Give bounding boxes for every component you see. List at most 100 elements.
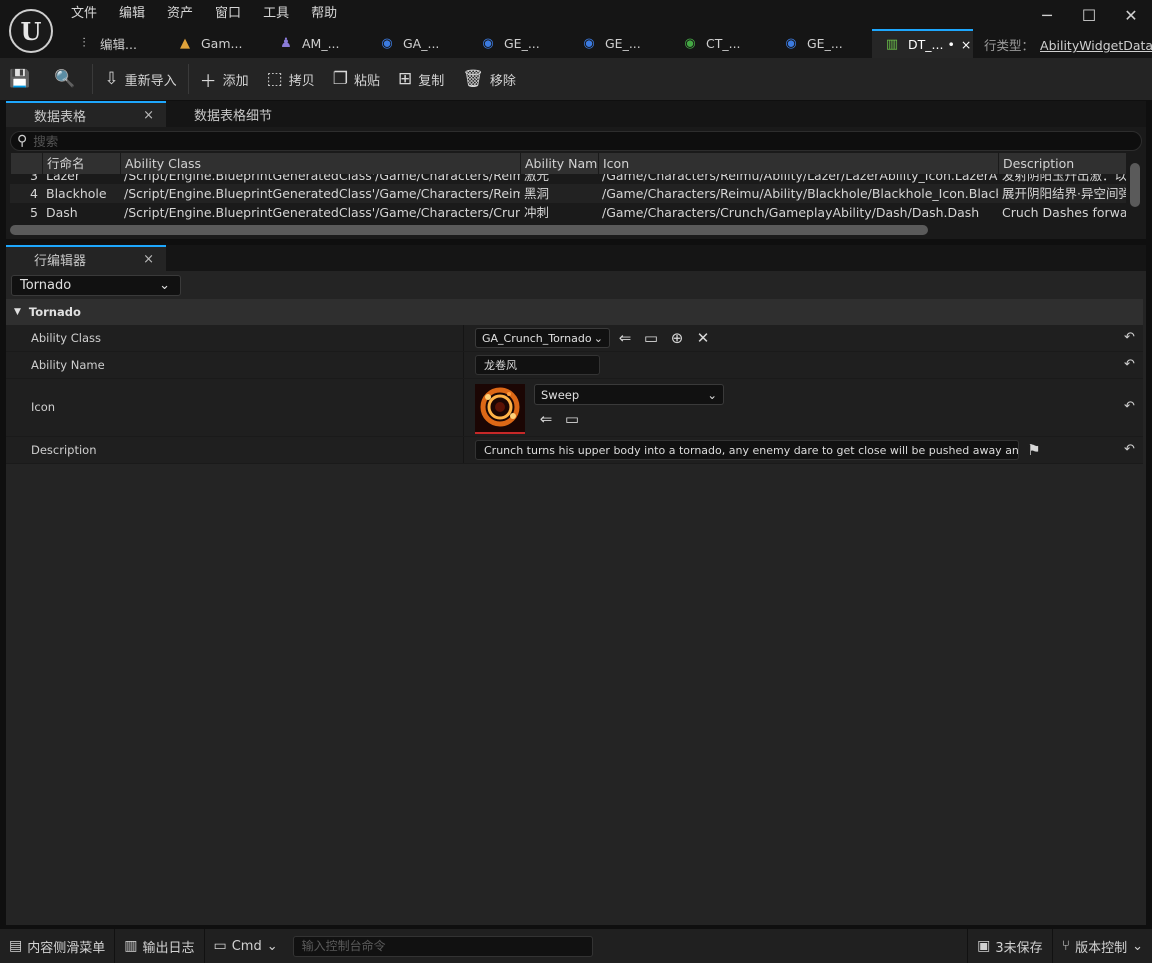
cell-index: 3 [30, 174, 38, 183]
paste-button[interactable]: ❐ 粘贴 [324, 58, 389, 100]
ability-name-field[interactable]: 龙卷风 [475, 355, 600, 375]
add-button[interactable]: ＋ 添加 [191, 58, 258, 100]
tab-data-table[interactable]: ▥ DT_... • × [872, 29, 973, 58]
table-row[interactable]: 5 Dash /Script/Engine.BlueprintGenerated… [10, 203, 1126, 222]
browse-folder-icon: 🔍 [54, 69, 76, 89]
toolbar-divider [92, 64, 94, 94]
collapse-triangle-icon: ▼ [14, 307, 21, 317]
row-type-link[interactable]: AbilityWidgetData [1040, 38, 1152, 53]
menu-help[interactable]: 帮助 [300, 3, 348, 25]
maximize-button[interactable]: ☐ [1068, 0, 1110, 30]
cell-icon: /Game/Characters/Crunch/GameplayAbility/… [602, 205, 980, 220]
duplicate-button[interactable]: ⊞ 复制 [389, 58, 453, 100]
tab-ge-1[interactable]: ◉ GE_... [468, 29, 569, 58]
tab-label: GE_... [504, 36, 540, 51]
remove-button[interactable]: 🗑 移除 [453, 58, 525, 100]
menu-edit[interactable]: 编辑 [108, 3, 156, 25]
unreal-logo-icon[interactable]: U [9, 9, 53, 53]
search-input[interactable] [33, 133, 1084, 149]
use-selected-icon[interactable]: ⇐ [537, 410, 555, 428]
column-splitter[interactable] [463, 379, 464, 436]
browse-folder-icon[interactable]: ▭ [563, 410, 581, 428]
property-label: Ability Class [31, 331, 101, 345]
description-field[interactable]: Crunch turns his upper body into a torna… [475, 440, 1019, 460]
selected-row-label: Tornado [20, 278, 72, 293]
table-row[interactable]: 3 Lazer /Script/Engine.BlueprintGenerate… [10, 174, 1126, 184]
duplicate-icon: ⊞ [397, 69, 413, 89]
cell-ability-class: /Script/Engine.BlueprintGeneratedClass'/… [124, 186, 520, 201]
tab-ga[interactable]: ◉ GA_... [367, 29, 468, 58]
copy-button[interactable]: ⬚ 拷贝 [258, 58, 324, 100]
clear-icon[interactable]: ✕ [694, 329, 712, 347]
tab-editor[interactable]: ⫶ 编辑... [64, 29, 165, 58]
window-controls: ─ ☐ ✕ [1026, 0, 1152, 30]
property-label: Ability Name [31, 358, 105, 372]
close-window-button[interactable]: ✕ [1110, 0, 1152, 30]
column-splitter[interactable] [463, 352, 464, 378]
tab-label: 编辑... [100, 37, 137, 52]
tab-ct[interactable]: ◉ CT_... [670, 29, 771, 58]
reset-arrow-icon[interactable]: ↶ [1124, 399, 1135, 414]
property-ability-class: Ability Class GA_Crunch_Tornado ⌄ ⇐ ▭ ⊕ ✕… [6, 325, 1143, 352]
icon-thumbnail[interactable] [475, 384, 525, 434]
column-header-description[interactable]: Description [998, 153, 1126, 174]
use-selected-icon[interactable]: ⇐ [616, 329, 634, 347]
copy-label: 拷贝 [288, 73, 315, 89]
horizontal-scrollbar[interactable] [10, 225, 928, 235]
reset-arrow-icon[interactable]: ↶ [1124, 357, 1135, 372]
row-selector-dropdown[interactable]: Tornado ⌄ [11, 275, 181, 296]
add-circle-icon[interactable]: ⊕ [668, 329, 686, 347]
tab-label: DT_... [908, 37, 944, 52]
console-command-input[interactable] [292, 935, 593, 957]
minimize-button[interactable]: ─ [1026, 0, 1068, 30]
tab-ge-3[interactable]: ◉ GE_... [771, 29, 872, 58]
content-drawer-icon: ▤ [9, 938, 23, 954]
save-button[interactable]: 💾 [0, 58, 45, 100]
close-tab-icon[interactable]: × [961, 37, 971, 52]
column-header-icon[interactable]: Icon [598, 153, 998, 174]
asset-tabs: ⫶ 编辑... ▲ Gam... ♟ AM_... ◉ GA_... ◉ GE_... ◉… [64, 29, 973, 58]
reset-arrow-icon[interactable]: ↶ [1124, 330, 1135, 345]
tab-ge-2[interactable]: ◉ GE_... [569, 29, 670, 58]
unsaved-button[interactable]: ▣ 3未保存 [968, 929, 1052, 963]
tab-gamemode[interactable]: ▲ Gam... [165, 29, 266, 58]
browse-button[interactable]: 🔍 [45, 58, 90, 100]
localization-flag-icon[interactable]: ⚑ [1025, 441, 1043, 459]
unsaved-icon: ▣ [977, 938, 991, 954]
category-header[interactable]: ▼ Tornado [6, 299, 1143, 325]
browse-folder-icon[interactable]: ▭ [642, 329, 660, 347]
content-drawer-button[interactable]: ▤ 内容侧滑菜单 [0, 929, 114, 963]
cell-ability-name: 黑洞 [524, 186, 550, 201]
icon-asset-combo[interactable]: Sweep ⌄ [534, 384, 724, 405]
menu-asset[interactable]: 资产 [156, 3, 204, 25]
menu-window[interactable]: 窗口 [204, 3, 252, 25]
cmd-dropdown[interactable]: ▭ Cmd ⌄ [205, 929, 287, 963]
tab-row-editor[interactable]: 行编辑器 × [6, 245, 166, 271]
tab-data-table-grid[interactable]: 数据表格 × [6, 101, 166, 127]
chevron-down-icon: ⌄ [1132, 938, 1143, 954]
reimport-button[interactable]: ⇩ 重新导入 [95, 58, 185, 100]
column-header-ability-name[interactable]: Ability Name [520, 153, 598, 174]
output-log-button[interactable]: ▥ 输出日志 [115, 929, 203, 963]
close-icon[interactable]: × [143, 252, 154, 267]
source-control-button[interactable]: ⑂ 版本控制 ⌄ [1053, 929, 1152, 963]
reset-arrow-icon[interactable]: ↶ [1124, 442, 1135, 457]
column-splitter[interactable] [463, 325, 464, 351]
close-icon[interactable]: × [143, 108, 154, 123]
toolbar-divider [187, 64, 189, 94]
column-header-ability-class[interactable]: Ability Class [120, 153, 520, 174]
column-header-index[interactable] [10, 153, 42, 174]
tab-label: GE_... [605, 36, 641, 51]
table-row[interactable]: 4 Blackhole /Script/Engine.BlueprintGene… [10, 184, 1126, 203]
ability-class-combo[interactable]: GA_Crunch_Tornado ⌄ [475, 328, 610, 348]
menu-tools[interactable]: 工具 [252, 3, 300, 25]
property-icon: Icon Sweep ⌄ ⇐ ▭ ↶ [6, 379, 1143, 437]
column-header-row-name[interactable]: 行命名 [42, 153, 120, 174]
vertical-scrollbar[interactable] [1130, 163, 1140, 207]
tab-data-table-details[interactable]: 数据表格细节 [166, 101, 326, 127]
tab-anim-montage[interactable]: ♟ AM_... [266, 29, 367, 58]
cell-index: 4 [30, 186, 38, 201]
column-splitter[interactable] [463, 437, 464, 463]
branch-icon: ⑂ [1061, 938, 1071, 954]
menu-file[interactable]: 文件 [60, 3, 108, 25]
